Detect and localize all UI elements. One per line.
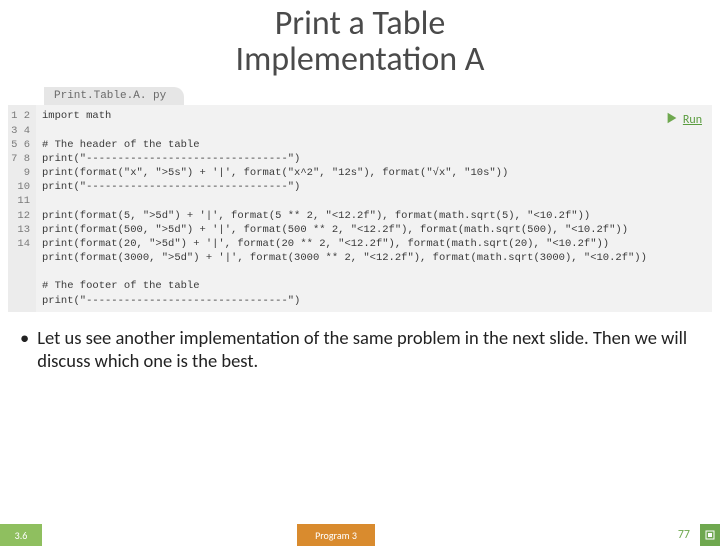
run-button[interactable]: Run (665, 111, 702, 129)
slide-footer: 3.6 Program 3 77 (0, 524, 720, 546)
footer-spacer (42, 524, 297, 546)
file-tab-row: Print.Table.A. py (44, 87, 720, 105)
footer-corner-icon[interactable] (700, 524, 720, 546)
footer-page: 77 (630, 524, 700, 546)
play-icon (665, 111, 679, 129)
title-line-1: Print a Table (0, 6, 720, 42)
footer-program: Program 3 (297, 524, 375, 546)
footer-section: 3.6 (0, 524, 42, 546)
footer-spacer (375, 524, 630, 546)
code-content: import math # The header of the table pr… (36, 105, 712, 311)
body-text: • Let us see another implementation of t… (20, 326, 700, 372)
code-block: 1 2 3 4 5 6 7 8 9 10 11 12 13 14 import … (8, 105, 712, 311)
run-label: Run (683, 113, 702, 127)
bullet-dot: • (20, 326, 29, 372)
title-line-2: Implementation A (0, 42, 720, 78)
file-tab[interactable]: Print.Table.A. py (44, 87, 184, 105)
slide-title: Print a Table Implementation A (0, 6, 720, 77)
bullet-text: Let us see another implementation of the… (37, 326, 700, 372)
line-number-gutter: 1 2 3 4 5 6 7 8 9 10 11 12 13 14 (8, 105, 36, 311)
